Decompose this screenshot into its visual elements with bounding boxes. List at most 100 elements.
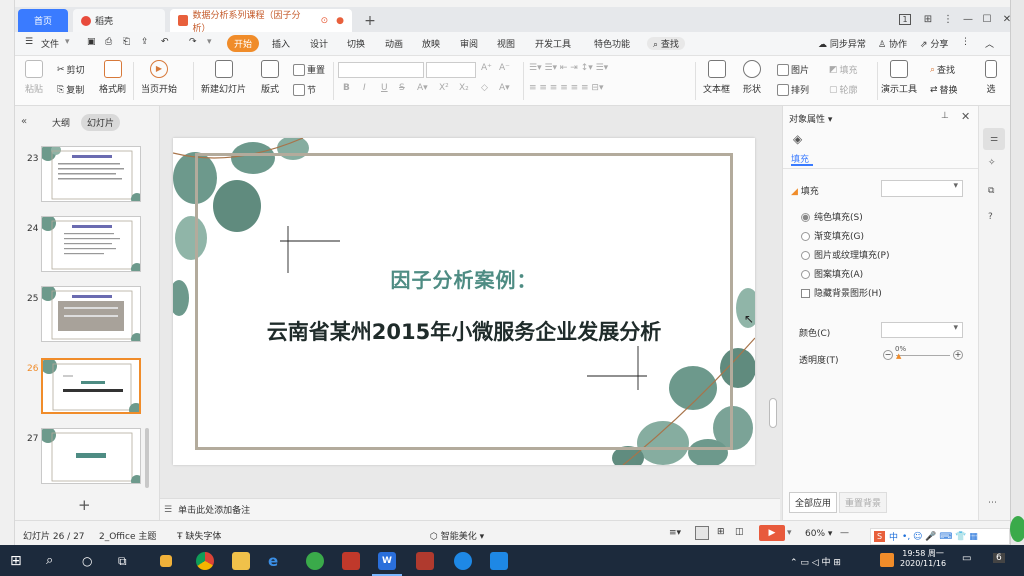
- menu-transition[interactable]: 切换: [347, 37, 365, 50]
- outline-button[interactable]: ▢ 轮廓: [829, 83, 858, 97]
- apply-all-button[interactable]: 全部应用: [789, 492, 838, 513]
- close-panel-icon[interactable]: ✕: [961, 110, 970, 123]
- slider-thumb[interactable]: ▲: [896, 352, 901, 360]
- menu-animation[interactable]: 动画: [385, 37, 403, 50]
- animation-icon[interactable]: ✧: [988, 158, 996, 168]
- tab-outline[interactable]: 大纲: [52, 116, 70, 129]
- font-size-select[interactable]: [426, 62, 476, 78]
- more-sidebar-icon[interactable]: ⋯: [988, 498, 997, 508]
- notes-bar[interactable]: ☰ 单击此处添加备注: [160, 498, 780, 520]
- menu-slideshow[interactable]: 放映: [422, 37, 440, 50]
- thumbnail-scrollbar[interactable]: [145, 428, 149, 488]
- properties-icon[interactable]: ⚌: [983, 128, 1005, 150]
- slide[interactable]: 因子分析案例： 云南省某州2015年小微服务企业发展分析: [173, 138, 755, 465]
- fill-button[interactable]: ◩ 填充: [829, 63, 858, 77]
- play-from-current-button[interactable]: ▶ 当页开始: [141, 60, 177, 95]
- floating-ball-icon[interactable]: [1010, 516, 1024, 542]
- reset-button[interactable]: 重置: [293, 63, 325, 76]
- add-slide-button[interactable]: +: [78, 496, 91, 514]
- font-color-icon[interactable]: A▾: [417, 83, 428, 93]
- tab-home[interactable]: 首页: [18, 9, 68, 32]
- smart-beautify-button[interactable]: ⬡ 智能美化 ▾: [430, 529, 484, 542]
- menu-developer[interactable]: 开发工具: [535, 37, 571, 50]
- tab-docer[interactable]: 稻壳: [73, 9, 165, 32]
- shape-button[interactable]: 形状: [743, 60, 761, 95]
- bold-button[interactable]: B: [343, 83, 350, 93]
- tab-document[interactable]: 数据分析系列课程（因子分析） ⊙ ●: [170, 9, 352, 34]
- save-icon[interactable]: ▣: [87, 37, 96, 47]
- browser-360-icon[interactable]: [306, 552, 324, 570]
- notes-toggle-icon[interactable]: ≡▾: [669, 528, 681, 538]
- more-icon[interactable]: ⋮: [938, 10, 958, 28]
- reading-view-icon[interactable]: ◫: [735, 527, 744, 537]
- picture-button[interactable]: 图片: [777, 63, 809, 76]
- slideshow-menu-icon[interactable]: ▾: [787, 528, 792, 538]
- slide-thumbnail-24[interactable]: [41, 216, 141, 272]
- transparency-increase[interactable]: +: [953, 350, 963, 360]
- slide-title[interactable]: 因子分析案例：: [173, 264, 755, 293]
- close-button[interactable]: ✕: [997, 10, 1017, 28]
- task-view-icon[interactable]: ⧉: [118, 552, 136, 570]
- slide-thumbnail-26[interactable]: [41, 358, 141, 414]
- font-shrink-icon[interactable]: A⁻: [499, 63, 510, 73]
- share-button[interactable]: ⇗ 分享: [920, 37, 948, 50]
- menu-review[interactable]: 审阅: [460, 37, 478, 50]
- missing-font-button[interactable]: Ŧ 缺失字体: [177, 529, 221, 542]
- underline-button[interactable]: U: [381, 83, 388, 93]
- reset-background-button[interactable]: 重置背景: [839, 492, 888, 513]
- help-icon[interactable]: ?: [988, 212, 993, 222]
- hide-background-checkbox[interactable]: 隐藏背景图形(H): [801, 286, 882, 299]
- windows-start-icon[interactable]: ⊞: [10, 552, 28, 570]
- select-button[interactable]: 选: [985, 60, 997, 95]
- tray-icons[interactable]: ⌃ ▭ ◁ 中 ⊞: [790, 555, 841, 568]
- print-icon[interactable]: ⎙: [105, 37, 112, 47]
- arrange-button[interactable]: 排列: [777, 83, 809, 96]
- replace-button[interactable]: ⇄ 替换: [930, 83, 958, 97]
- strike-button[interactable]: S: [399, 83, 405, 93]
- export-icon[interactable]: ⇪: [141, 37, 149, 47]
- search-box[interactable]: ⌕ 查找: [647, 37, 685, 50]
- new-slide-button[interactable]: 新建幻灯片: [201, 60, 246, 95]
- sync-status[interactable]: ☁ 同步异常: [818, 37, 866, 50]
- menu-special[interactable]: 特色功能: [594, 37, 630, 50]
- theme-icon[interactable]: ⊞: [918, 10, 938, 28]
- radio-picture-fill[interactable]: 图片或纹理填充(P): [801, 248, 889, 261]
- align-icons[interactable]: ≡ ≡ ≡ ≡ ≡ ≡ ⊟▾: [529, 83, 603, 93]
- collab-button[interactable]: ♙ 协作: [878, 37, 907, 50]
- app-blue-icon[interactable]: [454, 552, 472, 570]
- normal-view-icon[interactable]: [695, 526, 709, 540]
- copy-button[interactable]: ⎘ 复制: [57, 83, 84, 97]
- fill-section-header[interactable]: ◢ 填充: [791, 184, 819, 197]
- sorter-view-icon[interactable]: ⊞: [717, 527, 725, 537]
- highlight-icon[interactable]: A▾: [499, 83, 510, 93]
- zoom-level[interactable]: 60% ▾: [805, 529, 832, 539]
- italic-button[interactable]: I: [363, 83, 366, 93]
- menu-start[interactable]: 开始: [227, 35, 260, 52]
- sogou-icon[interactable]: [880, 553, 894, 567]
- minimize-button[interactable]: —: [958, 10, 978, 28]
- maximize-button[interactable]: ☐: [977, 10, 997, 28]
- menu-design[interactable]: 设计: [310, 37, 328, 50]
- props-title[interactable]: 对象属性 ▾: [789, 112, 832, 125]
- edge-icon[interactable]: e: [268, 552, 286, 570]
- window-count-badge[interactable]: 1: [895, 10, 915, 28]
- menu-insert[interactable]: 插入: [272, 37, 290, 50]
- menu-view[interactable]: 视图: [497, 37, 515, 50]
- info-icon[interactable]: ⊙: [321, 16, 329, 26]
- subscript-icon[interactable]: X₂: [459, 83, 469, 93]
- tab-slides[interactable]: 幻灯片: [81, 114, 121, 131]
- ime-toolbar[interactable]: S 中 •, ☺ 🎤 ⌨ 👕 ▦: [870, 528, 1010, 545]
- app-store-icon[interactable]: [490, 552, 508, 570]
- layout-button[interactable]: 版式: [261, 60, 279, 95]
- format-painter-button[interactable]: 格式刷: [99, 60, 126, 95]
- zoom-out-icon[interactable]: —: [840, 528, 849, 538]
- transparency-decrease[interactable]: −: [883, 350, 893, 360]
- file-explorer-icon[interactable]: [232, 552, 250, 570]
- hamburger-icon[interactable]: ☰: [25, 37, 33, 47]
- chrome-icon[interactable]: [196, 552, 214, 570]
- font-name-select[interactable]: [338, 62, 424, 78]
- superscript-icon[interactable]: X²: [439, 83, 449, 93]
- radio-pattern-fill[interactable]: 图案填充(A): [801, 267, 863, 280]
- section-button[interactable]: 节: [293, 83, 316, 96]
- slideshow-button[interactable]: ▶: [759, 525, 785, 541]
